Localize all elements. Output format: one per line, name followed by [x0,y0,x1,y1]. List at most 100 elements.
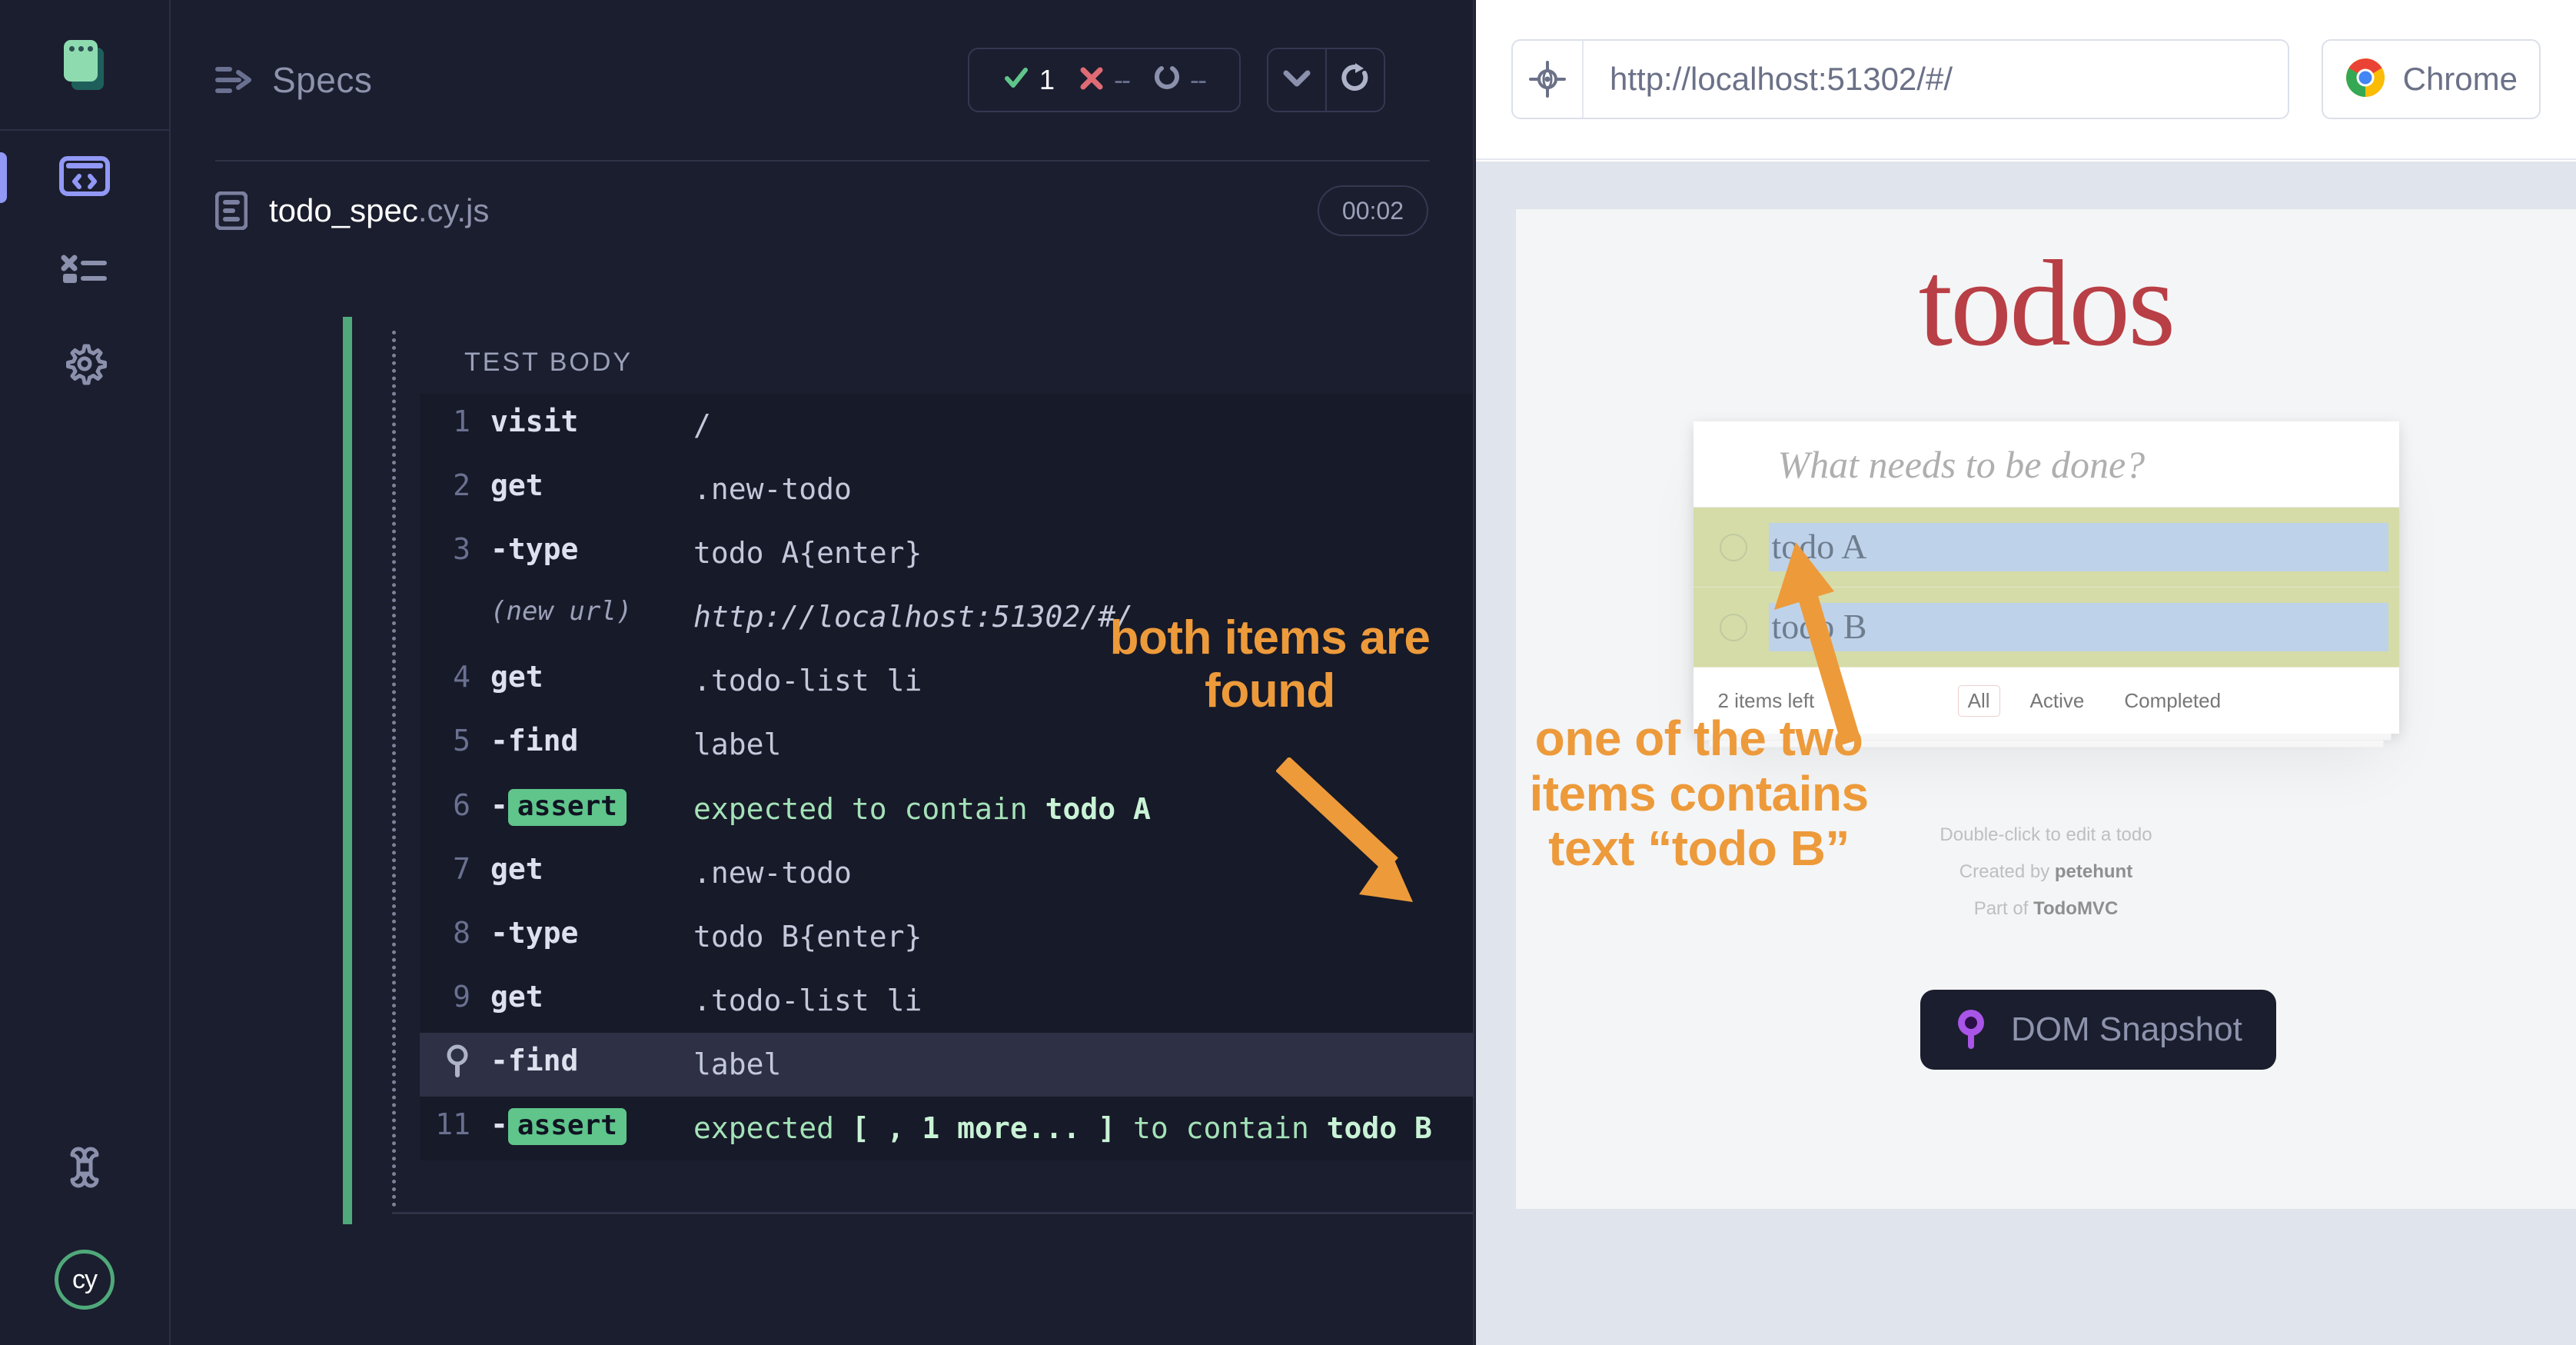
sidebar-item-specs[interactable] [0,131,170,225]
command-index: 4 [453,660,470,694]
dom-snapshot-label: DOM Snapshot [2011,1010,2242,1048]
info-line-part-of: Part of TodoMVC [1516,891,2576,927]
stat-passed: 1 [991,64,1067,96]
sidebar-item-command-palette[interactable] [0,1146,170,1193]
restart-button[interactable] [1327,48,1384,112]
url-input-group[interactable]: http://localhost:51302/#/ [1511,39,2289,119]
restart-icon [1341,62,1370,98]
url-input[interactable]: http://localhost:51302/#/ [1584,61,1953,98]
command-message: .new-todo [693,472,852,507]
command-row[interactable]: 3 -type todo A{enter} [420,521,1473,585]
chevron-down-icon [1283,69,1311,92]
spec-file-extension: .cy.js [417,192,490,228]
command-index: 3 [453,532,470,567]
annotation-arrow-down-right [1275,756,1453,915]
page-title: Specs [272,60,373,100]
pending-circle-icon [1154,65,1180,95]
command-method: get [490,468,543,503]
info-part-of-prefix: Part of [1973,898,2034,919]
chrome-logo-icon [2345,57,2386,102]
command-method: visit [490,404,579,438]
new-todo-input[interactable]: What needs to be done? [1693,421,2399,508]
command-method: - assert [490,1107,693,1146]
reporter-header: Specs 1 -- -- [215,0,1430,161]
code-browser-icon [59,155,110,200]
command-message: expected [ , 1 more... ] to contain todo… [693,1111,1432,1146]
info-created-by-author: petehunt [2054,861,2133,882]
command-method: -find [490,1043,579,1077]
filter-active[interactable]: Active [2020,685,2095,717]
test-body-guide-line [392,331,396,1207]
command-method: -type [490,532,579,567]
url-bar: http://localhost:51302/#/ Chrome [1476,0,2576,160]
command-row[interactable]: 1 visit / [420,394,1473,458]
command-method: get [490,660,543,694]
spec-file-basename: todo_spec [269,192,418,228]
run-controls [1267,48,1385,112]
sidebar-item-settings[interactable] [0,318,170,412]
todo-toggle-checkbox[interactable] [1719,533,1747,561]
command-row[interactable]: -findlabel2 [420,1032,1473,1097]
sidebar-item-runs[interactable] [0,225,170,318]
command-message: / [693,408,711,442]
selector-playground-icon[interactable] [1513,41,1584,118]
sidebar-item-cypress-badge[interactable]: cy [55,1250,115,1310]
command-index: 8 [453,915,470,950]
todo-filters: All Active Completed [1957,684,2231,717]
rail-bottom-group: cy [0,1146,170,1345]
assert-badge: assert [507,788,627,826]
command-message: todo A{enter} [693,536,922,571]
command-index: 7 [453,851,470,886]
command-index: 5 [453,724,470,758]
filter-all[interactable]: All [1957,684,2000,717]
stat-passed-value: 1 [1039,64,1055,95]
dom-snapshot-pin-icon [1954,1006,1988,1054]
command-method: - assert [490,788,693,826]
dom-snapshot-pill[interactable]: DOM Snapshot [1920,990,2276,1070]
annotation-arrow-up-left [1760,511,1930,761]
command-message: .todo-list li [693,983,922,1017]
stat-failed-value: -- [1114,64,1131,95]
chevron-down-button[interactable] [1268,48,1325,112]
annotation-both-items-found: both items are found [1109,611,1431,718]
command-index: 6 [453,787,470,822]
browser-panel: http://localhost:51302/#/ Chrome todos W… [1476,0,2576,1345]
todo-toggle-checkbox[interactable] [1719,613,1747,641]
cypress-logo [58,35,111,90]
test-body-label: TEST BODY [464,348,633,377]
command-index: 1 [453,404,470,438]
browser-name-label: Chrome [2402,61,2518,97]
command-message: label [693,1047,782,1081]
stat-failed: -- [1067,64,1142,96]
cy-logo-label: cy [72,1264,98,1294]
spec-file-name: todo_spec.cy.js [269,192,489,229]
spec-file-row[interactable]: todo_spec.cy.js 00:02 [214,161,1428,260]
command-method: -find [490,724,579,758]
test-timer: 00:02 [1317,185,1428,236]
sidebar-rail: cy [0,0,171,1345]
x-icon [1079,66,1104,95]
command-row[interactable]: 9get.todo-list li2 [420,969,1473,1033]
spec-file-icon [214,191,248,231]
command-key-icon [63,1146,106,1193]
command-method: -type [490,915,579,950]
command-index: 9 [453,979,470,1014]
command-pin-icon [420,1044,490,1079]
command-method: get [490,851,543,886]
filter-completed[interactable]: Completed [2114,685,2231,717]
test-status-bar [343,317,352,1224]
command-row[interactable]: 2 get .new-todo [420,458,1473,521]
browser-selector[interactable]: Chrome [2321,39,2541,119]
command-list-bottom-divider [392,1212,1473,1214]
assert-badge: assert [507,1108,627,1146]
command-index: 2 [453,468,470,503]
logo-dots [69,46,93,52]
command-method: (new url) [490,596,633,628]
stats-group: 1 -- -- [968,48,1385,112]
command-row[interactable]: 11 - assert expected [ , 1 more... ] to con… [420,1097,1473,1160]
command-index: 11 [435,1107,470,1142]
command-method: get [490,979,543,1014]
stat-pending: -- [1142,64,1218,96]
info-part-of-project: TodoMVC [2033,898,2119,919]
command-message: todo B{enter} [693,919,922,954]
